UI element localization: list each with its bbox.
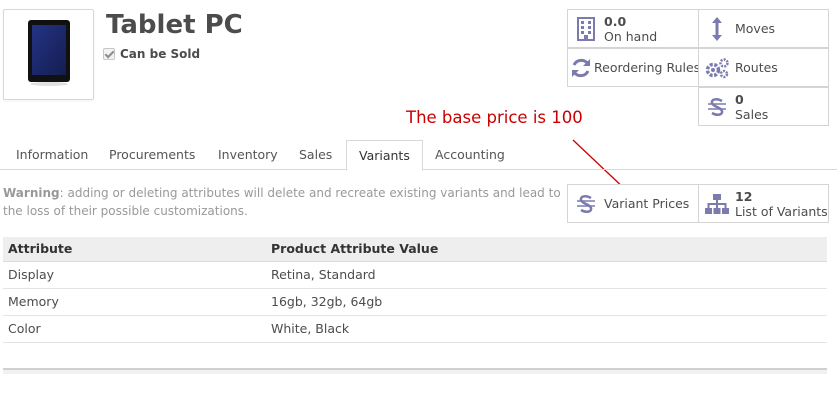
attributes-table: Attribute Product Attribute Value Displa…	[3, 237, 827, 343]
sales-value: 0	[735, 91, 744, 107]
building-icon	[572, 16, 600, 41]
table-row[interactable]: Memory 16gb, 32gb, 64gb	[3, 288, 827, 316]
tab-information[interactable]: Information	[4, 140, 100, 170]
attribute-values-cell: Retina, Standard	[266, 261, 827, 289]
variant-prices-label: Variant Prices	[604, 196, 690, 211]
attribute-cell: Display	[3, 261, 266, 289]
tab-inventory[interactable]: Inventory	[206, 140, 290, 170]
tab-variants[interactable]: Variants	[346, 140, 423, 171]
reordering-rules-label: Reordering Rules	[594, 60, 701, 75]
table-row[interactable]: Color White, Black	[3, 315, 827, 343]
can-be-sold-field: Can be Sold	[103, 47, 200, 61]
dollar-icon	[572, 192, 600, 216]
horizontal-scrollbar[interactable]	[3, 368, 827, 374]
tablet-image	[28, 20, 70, 86]
variant-prices-button[interactable]: Variant Prices	[567, 184, 699, 223]
attribute-cell: Memory	[3, 288, 266, 316]
table-header-row: Attribute Product Attribute Value	[3, 237, 827, 262]
column-header-attribute[interactable]: Attribute	[3, 237, 266, 262]
table-row[interactable]: Display Retina, Standard	[3, 261, 827, 289]
reordering-rules-button[interactable]: Reordering Rules	[567, 48, 701, 87]
warning-text: : adding or deleting attributes will del…	[3, 186, 561, 218]
moves-label: Moves	[735, 21, 776, 36]
annotation-text: The base price is 100	[406, 108, 583, 127]
moves-button[interactable]: Moves	[698, 9, 829, 48]
product-image[interactable]	[3, 9, 94, 100]
vertical-arrows-icon	[703, 16, 731, 42]
can-be-sold-checkbox[interactable]	[103, 48, 115, 60]
on-hand-label: On hand	[604, 28, 658, 44]
refresh-icon	[570, 57, 592, 79]
tab-sales[interactable]: Sales	[287, 140, 344, 170]
on-hand-button[interactable]: 0.0 On hand	[567, 9, 699, 48]
sales-label: Sales	[735, 106, 769, 122]
gears-icon	[703, 57, 731, 79]
attribute-values-cell: 16gb, 32gb, 64gb	[266, 288, 827, 316]
dollar-icon	[703, 95, 731, 119]
product-title: Tablet PC	[106, 10, 243, 40]
list-of-variants-button[interactable]: 12 List of Variants	[698, 184, 829, 223]
sitemap-icon	[703, 193, 731, 215]
tab-accounting[interactable]: Accounting	[423, 140, 517, 170]
routes-label: Routes	[735, 60, 778, 75]
on-hand-value: 0.0	[604, 13, 627, 29]
can-be-sold-label: Can be Sold	[120, 47, 201, 61]
attribute-cell: Color	[3, 315, 266, 343]
attribute-values-cell: White, Black	[266, 315, 827, 343]
sales-button[interactable]: 0 Sales	[698, 87, 829, 126]
tab-procurements[interactable]: Procurements	[97, 140, 207, 170]
warning-title: Warning	[3, 186, 60, 200]
variants-warning: Warning: adding or deleting attributes w…	[3, 184, 563, 220]
routes-button[interactable]: Routes	[698, 48, 829, 87]
notebook-tabs: Information Procurements Inventory Sales…	[0, 140, 837, 171]
variants-count: 12	[735, 188, 753, 204]
list-of-variants-label: List of Variants	[735, 203, 828, 219]
column-header-values[interactable]: Product Attribute Value	[266, 237, 827, 262]
